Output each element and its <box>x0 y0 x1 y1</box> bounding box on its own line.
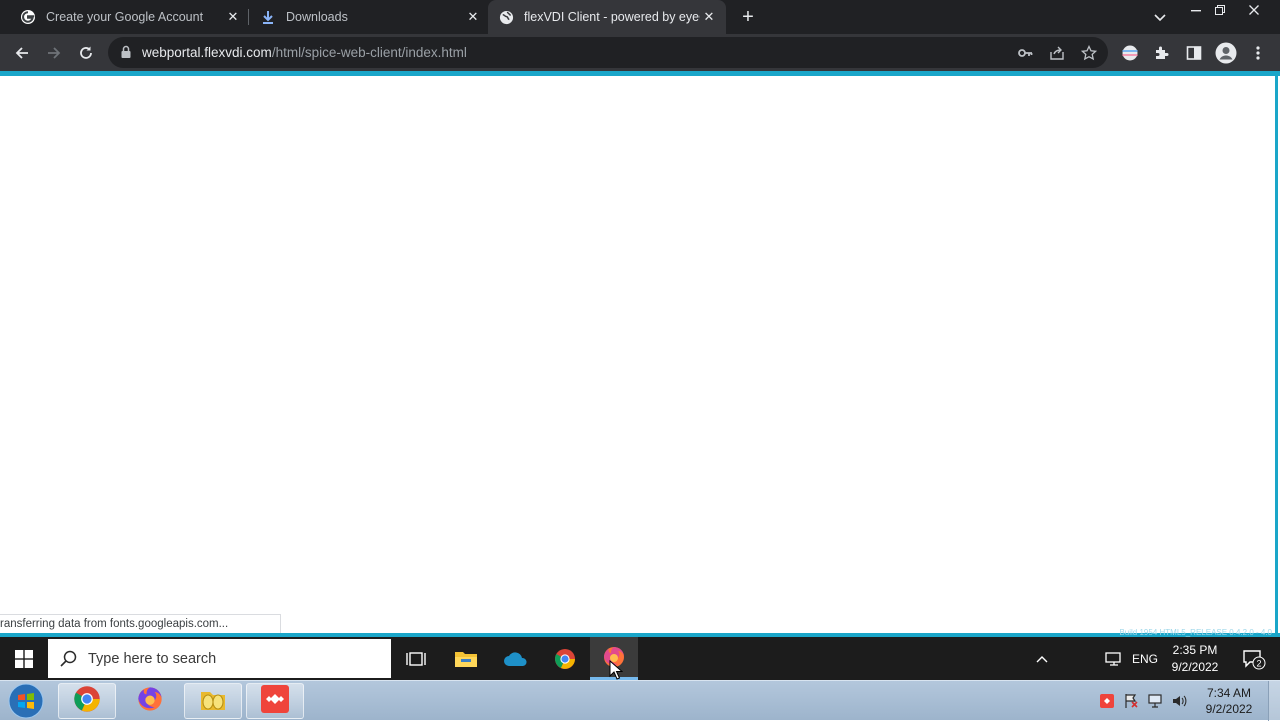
extension-flag-icon[interactable] <box>1117 40 1143 66</box>
lock-icon[interactable] <box>120 45 132 59</box>
local-file-manager-button[interactable] <box>184 683 242 719</box>
local-anydesk-button[interactable] <box>246 683 304 719</box>
key-icon[interactable] <box>1016 44 1034 62</box>
local-firefox-button[interactable] <box>121 683 179 719</box>
remote-date: 9/2/2022 <box>1171 660 1219 674</box>
tab-separator <box>248 9 249 25</box>
file-explorer-icon[interactable] <box>442 637 490 680</box>
web-client-viewport[interactable] <box>0 76 1280 634</box>
close-tab-icon[interactable]: ✕ <box>224 8 242 26</box>
remote-taskbar: Type here to search ENG 2:35 PM 9/2/2022… <box>0 637 1280 680</box>
globe-icon <box>498 9 514 25</box>
network-icon[interactable] <box>1144 681 1166 721</box>
extensions-puzzle-icon[interactable] <box>1149 40 1175 66</box>
viewport-edge <box>1275 76 1278 634</box>
windows7-start-orb-icon[interactable] <box>6 682 46 720</box>
url-path: /html/spice-web-client/index.html <box>271 45 467 60</box>
tab-title: Create your Google Account <box>46 10 204 24</box>
side-panel-icon[interactable] <box>1181 40 1207 66</box>
show-hidden-icons-chevron[interactable] <box>1030 637 1054 680</box>
url-host: webportal.flexvdi.com <box>142 45 272 60</box>
browser-tab-strip: Create your Google Account ✕ Downloads ✕… <box>0 0 1280 34</box>
language-indicator[interactable]: ENG <box>1128 637 1162 680</box>
anydesk-icon <box>260 684 290 719</box>
taskbar-search-box[interactable]: Type here to search <box>48 639 391 678</box>
tab-title: Downloads <box>286 10 348 24</box>
file-manager-icon <box>198 686 228 717</box>
local-chrome-button[interactable] <box>58 683 116 719</box>
tab-flexvdi-client[interactable]: flexVDI Client - powered by eyeC ✕ <box>488 0 726 34</box>
remote-time: 2:35 PM <box>1172 643 1218 657</box>
bookmark-star-icon[interactable] <box>1080 44 1098 62</box>
action-center-icon[interactable]: 2 <box>1234 637 1274 680</box>
action-center-flag-icon[interactable] <box>1120 681 1142 721</box>
anydesk-tray-icon[interactable] <box>1096 681 1118 721</box>
url-text[interactable]: webportal.flexvdi.com/html/spice-web-cli… <box>142 45 467 60</box>
tab-search-chevron-icon[interactable] <box>1152 9 1168 25</box>
local-date: 9/2/2022 <box>1205 702 1253 716</box>
search-placeholder: Type here to search <box>88 651 217 667</box>
share-icon[interactable] <box>1048 44 1066 62</box>
close-window-icon[interactable] <box>1240 0 1268 20</box>
status-bubble: ransferring data from fonts.googleapis.c… <box>0 614 282 634</box>
task-view-icon[interactable] <box>392 637 440 680</box>
show-desktop-button[interactable] <box>1268 681 1280 721</box>
windows-start-icon[interactable] <box>0 637 48 680</box>
chrome-icon <box>73 685 101 718</box>
search-icon <box>60 650 77 667</box>
new-tab-button[interactable]: + <box>738 7 758 27</box>
restore-icon[interactable] <box>1206 0 1234 20</box>
volume-icon[interactable] <box>1168 681 1190 721</box>
tab-create-google-account[interactable]: Create your Google Account ✕ <box>12 0 246 34</box>
profile-avatar-icon[interactable] <box>1213 40 1239 66</box>
reload-icon[interactable] <box>73 40 99 66</box>
download-icon <box>260 9 276 25</box>
firefox-icon <box>136 685 164 718</box>
chrome-icon[interactable] <box>541 637 589 680</box>
address-bar[interactable]: webportal.flexvdi.com/html/spice-web-cli… <box>108 37 1108 68</box>
mouse-cursor-icon <box>609 659 624 680</box>
onedrive-icon[interactable] <box>492 637 540 680</box>
remote-build-text: Build 1954 HTML5_RELEASE 0.4.2.0 - 4.0 <box>1119 628 1272 637</box>
network-icon[interactable] <box>1102 637 1126 680</box>
google-g-icon <box>20 9 36 25</box>
local-clock[interactable]: 7:34 AM 9/2/2022 <box>1196 685 1262 717</box>
tab-downloads[interactable]: Downloads ✕ <box>252 0 486 34</box>
remote-clock[interactable]: 2:35 PM 9/2/2022 <box>1166 642 1224 676</box>
close-tab-icon[interactable]: ✕ <box>464 8 482 26</box>
kebab-menu-icon[interactable] <box>1245 40 1271 66</box>
local-taskbar: 7:34 AM 9/2/2022 <box>0 680 1280 721</box>
tab-title: flexVDI Client - powered by eyeC <box>524 10 700 24</box>
local-time: 7:34 AM <box>1206 686 1252 700</box>
close-tab-icon[interactable]: ✕ <box>700 8 718 26</box>
browser-toolbar: webportal.flexvdi.com/html/spice-web-cli… <box>0 34 1280 71</box>
forward-arrow-icon[interactable] <box>41 40 67 66</box>
notification-count: 2 <box>1256 658 1261 668</box>
back-arrow-icon[interactable] <box>9 40 35 66</box>
